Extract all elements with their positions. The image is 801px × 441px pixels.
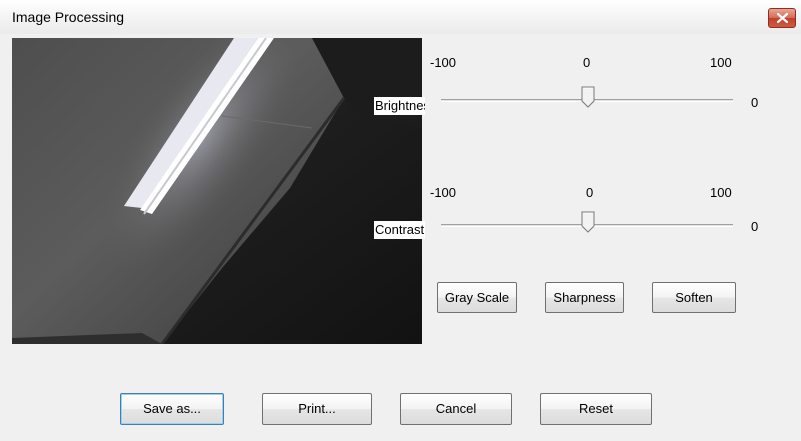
cancel-button[interactable]: Cancel bbox=[400, 393, 512, 425]
contrast-mid-label: 0 bbox=[586, 185, 594, 200]
contrast-value: 0 bbox=[751, 219, 759, 234]
soften-button[interactable]: Soften bbox=[652, 282, 736, 313]
title-bar[interactable]: Image Processing bbox=[0, 0, 801, 34]
brightness-min-label: -100 bbox=[430, 55, 457, 70]
gray-scale-button[interactable]: Gray Scale bbox=[437, 282, 517, 313]
preview-image bbox=[12, 38, 422, 344]
contrast-label-text: Contrast bbox=[375, 222, 425, 237]
brightness-label: Brightness bbox=[374, 97, 425, 115]
window-title: Image Processing bbox=[12, 9, 125, 25]
contrast-slider-thumb[interactable] bbox=[581, 211, 595, 233]
sharpness-button[interactable]: Sharpness bbox=[545, 282, 624, 313]
image-preview bbox=[12, 38, 422, 344]
brightness-slider-thumb[interactable] bbox=[581, 86, 595, 108]
print-button[interactable]: Print... bbox=[262, 393, 372, 425]
save-as-button[interactable]: Save as... bbox=[120, 393, 224, 425]
close-button[interactable] bbox=[768, 8, 796, 28]
reset-button[interactable]: Reset bbox=[540, 393, 652, 425]
brightness-mid-label: 0 bbox=[583, 55, 591, 70]
contrast-min-label: -100 bbox=[430, 185, 457, 200]
contrast-label: Contrast bbox=[374, 221, 425, 239]
brightness-max-label: 100 bbox=[710, 55, 732, 70]
close-icon bbox=[777, 13, 788, 23]
brightness-label-text: Brightness bbox=[375, 98, 425, 113]
contrast-max-label: 100 bbox=[710, 185, 732, 200]
brightness-value: 0 bbox=[751, 95, 759, 110]
